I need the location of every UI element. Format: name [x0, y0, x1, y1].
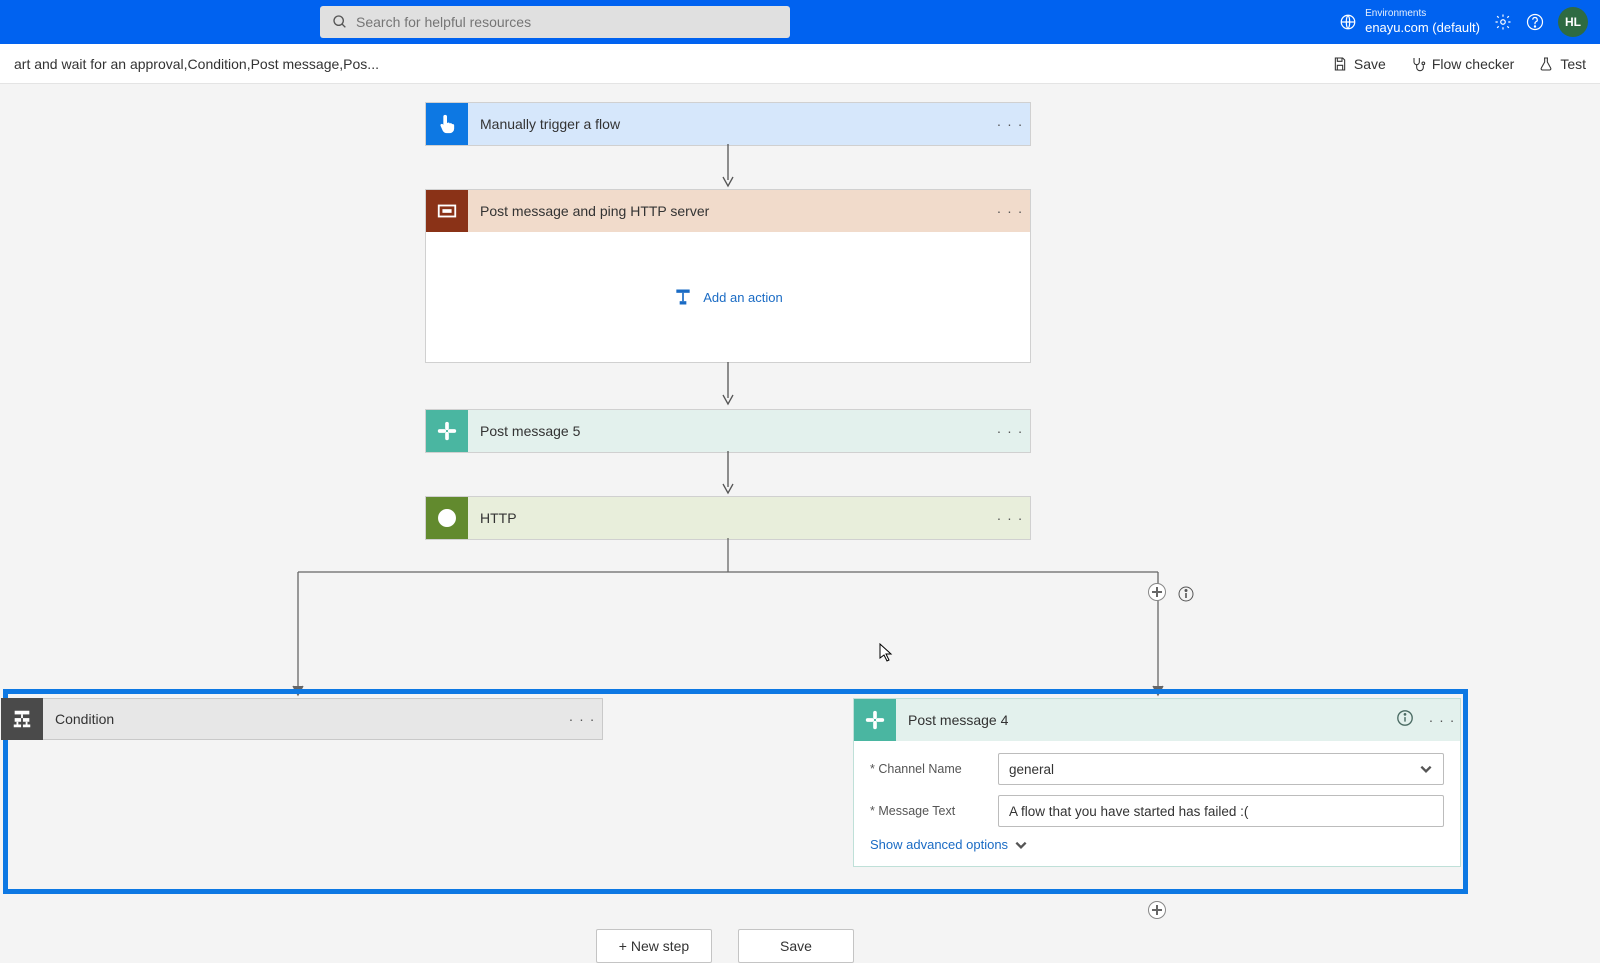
breadcrumb: art and wait for an approval,Condition,P… [14, 56, 379, 72]
card-title: Manually trigger a flow [468, 116, 990, 132]
environment-icon [1339, 13, 1357, 31]
stethoscope-icon [1410, 56, 1426, 72]
more-icon[interactable]: · · · [990, 203, 1030, 219]
more-icon[interactable]: · · · [990, 510, 1030, 526]
chevron-down-icon [1419, 762, 1433, 776]
save-bottom-button[interactable]: Save [738, 929, 854, 963]
new-step-button[interactable]: + New step [596, 929, 712, 963]
gear-icon[interactable] [1494, 13, 1512, 31]
test-label: Test [1560, 56, 1586, 72]
card-title: Condition [43, 711, 562, 727]
add-action-label: Add an action [703, 290, 783, 305]
post-message-4-card[interactable]: Post message 4 · · · Channel Name genera… [853, 698, 1461, 867]
test-flask-icon [1538, 56, 1554, 72]
advanced-label: Show advanced options [870, 837, 1008, 852]
scope-card[interactable]: Post message and ping HTTP server · · · … [425, 189, 1031, 363]
environment-picker[interactable]: Environments enayu.com (default) [1339, 8, 1480, 36]
slack-icon [854, 699, 896, 741]
info-icon[interactable] [1396, 709, 1424, 732]
add-action-icon [673, 287, 693, 307]
chevron-down-icon [1014, 838, 1028, 852]
branch-info-icon[interactable] [1178, 586, 1194, 602]
touch-icon [426, 103, 468, 145]
flow-canvas: Manually trigger a flow · · · Post messa… [0, 84, 1600, 900]
flow-checker-label: Flow checker [1432, 56, 1514, 72]
add-action-button[interactable]: Add an action [673, 287, 783, 307]
card-title: Post message 4 [896, 712, 1396, 728]
save-button[interactable]: Save [1332, 56, 1386, 72]
toolbar: art and wait for an approval,Condition,P… [0, 44, 1600, 84]
message-text-input[interactable]: A flow that you have started has failed … [998, 795, 1444, 827]
slack-icon [426, 410, 468, 452]
flow-checker-button[interactable]: Flow checker [1410, 56, 1514, 72]
save-icon [1332, 56, 1348, 72]
scope-icon [426, 190, 468, 232]
card-title: Post message 5 [468, 423, 990, 439]
save-label: Save [1354, 56, 1386, 72]
globe-icon [426, 497, 468, 539]
search-icon [332, 14, 348, 30]
post-message-5-card[interactable]: Post message 5 · · · [425, 409, 1031, 453]
http-card[interactable]: HTTP · · · [425, 496, 1031, 540]
message-text-label: Message Text [870, 804, 998, 818]
message-text-value: A flow that you have started has failed … [1009, 804, 1248, 819]
add-branch-button[interactable] [1148, 583, 1166, 601]
help-icon[interactable] [1526, 13, 1544, 31]
avatar[interactable]: HL [1558, 7, 1588, 37]
more-icon[interactable]: · · · [1424, 712, 1460, 728]
more-icon[interactable]: · · · [562, 711, 602, 727]
more-icon[interactable]: · · · [990, 423, 1030, 439]
branch-connector [298, 538, 1160, 698]
channel-name-value: general [1009, 762, 1054, 777]
condition-icon [1, 698, 43, 740]
search-input[interactable] [356, 14, 778, 30]
condition-card[interactable]: Condition · · · [3, 698, 603, 740]
show-advanced-options[interactable]: Show advanced options [870, 837, 1444, 852]
channel-name-label: Channel Name [870, 762, 998, 776]
app-header: Environments enayu.com (default) HL [0, 0, 1600, 44]
environment-value: enayu.com (default) [1365, 20, 1480, 36]
trigger-card[interactable]: Manually trigger a flow · · · [425, 102, 1031, 146]
test-button[interactable]: Test [1538, 56, 1586, 72]
channel-name-select[interactable]: general [998, 753, 1444, 785]
card-title: Post message and ping HTTP server [468, 203, 990, 219]
add-step-button[interactable] [1148, 901, 1166, 919]
search-box[interactable] [320, 6, 790, 38]
more-icon[interactable]: · · · [990, 116, 1030, 132]
environment-label: Environments [1365, 8, 1480, 20]
card-title: HTTP [468, 510, 990, 526]
